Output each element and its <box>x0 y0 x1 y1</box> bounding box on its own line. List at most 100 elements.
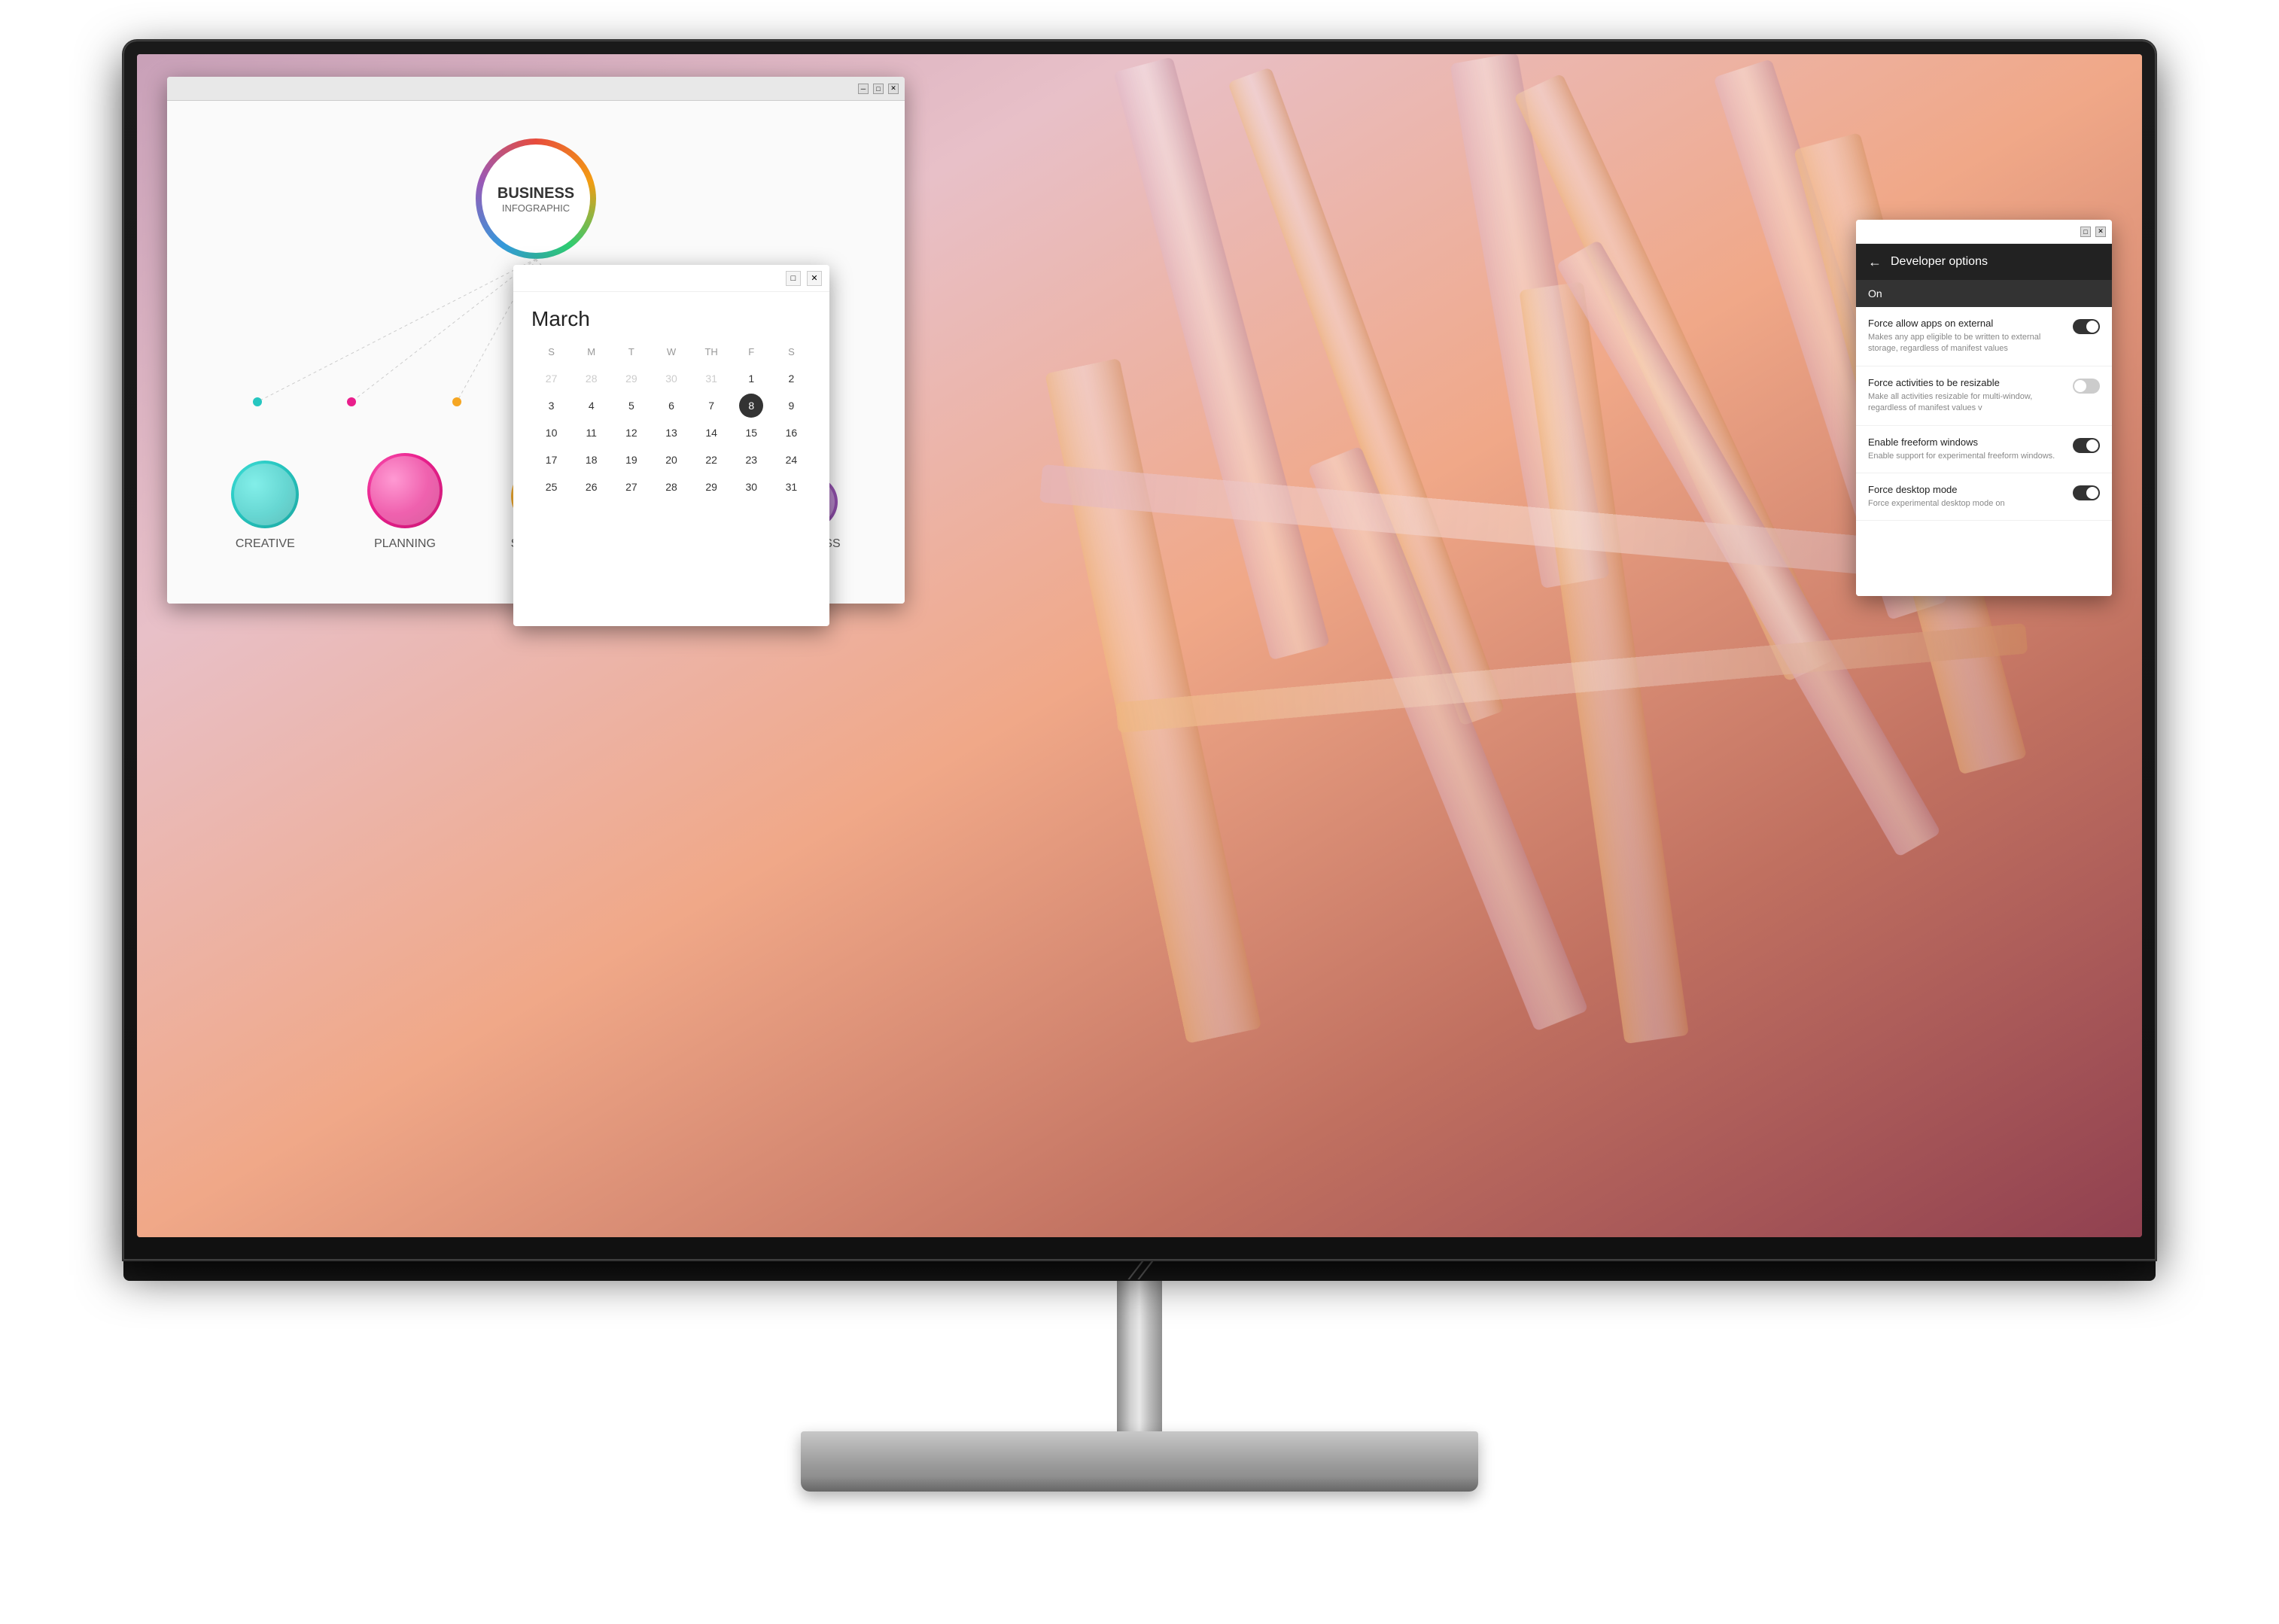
cal-week-5: 25 26 27 28 29 30 31 <box>531 475 811 499</box>
devopt-item-4-text: Force desktop mode Force experimental de… <box>1868 484 2064 509</box>
calendar-content: March S M T W TH F S 27 <box>513 292 829 517</box>
devopt-toggle-2[interactable] <box>2073 379 2100 394</box>
calendar-header-row: S M T W TH F S <box>531 343 811 360</box>
monitor-bezel: ─ □ ✕ BUSINESS INFOGRAPHIC <box>123 41 2156 1260</box>
devopt-item-1-title: Force allow apps on external <box>1868 318 2064 329</box>
devopt-item-4-desc: Force experimental desktop mode on <box>1868 498 2064 509</box>
cal-day[interactable]: 25 <box>531 475 571 499</box>
cal-day[interactable]: 24 <box>771 448 811 472</box>
devopt-item-3-title: Enable freeform windows <box>1868 436 2064 448</box>
cal-day[interactable]: 22 <box>692 448 732 472</box>
cal-header-t1: T <box>611 343 651 360</box>
cal-week-3: 10 11 12 13 14 15 16 <box>531 421 811 445</box>
devopt-item-1: Force allow apps on external Makes any a… <box>1856 307 2112 366</box>
infographic-minimize-button[interactable]: ─ <box>858 84 869 94</box>
cal-header-f: F <box>732 343 771 360</box>
cal-day[interactable]: 15 <box>732 421 771 445</box>
cal-day[interactable]: 10 <box>531 421 571 445</box>
cal-day[interactable]: 27 <box>531 366 571 391</box>
calendar-close-button[interactable]: ✕ <box>807 271 822 286</box>
cal-day[interactable]: 5 <box>611 394 651 418</box>
devopt-toggle-1[interactable] <box>2073 319 2100 334</box>
cal-day[interactable]: 28 <box>651 475 691 499</box>
devopt-toggle-4[interactable] <box>2073 485 2100 500</box>
planning-label: PLANNING <box>374 537 436 551</box>
cal-week-4: 17 18 19 20 22 23 24 <box>531 448 811 472</box>
main-circle-subtitle: INFOGRAPHIC <box>502 202 570 214</box>
cal-header-s1: S <box>531 343 571 360</box>
devopt-items-list: Force allow apps on external Makes any a… <box>1856 307 2112 596</box>
cal-day[interactable]: 16 <box>771 421 811 445</box>
devopt-item-4-title: Force desktop mode <box>1868 484 2064 495</box>
cal-day[interactable]: 6 <box>651 394 691 418</box>
infographic-item-creative: CREATIVE <box>231 461 299 551</box>
devopt-minimize-button[interactable]: □ <box>2080 227 2091 237</box>
cal-day[interactable]: 11 <box>571 421 611 445</box>
cal-day[interactable]: 17 <box>531 448 571 472</box>
cal-day[interactable]: 31 <box>771 475 811 499</box>
cal-header-s2: S <box>771 343 811 360</box>
calendar-month: March <box>531 307 811 331</box>
cal-day[interactable]: 2 <box>771 366 811 391</box>
cal-day[interactable]: 30 <box>732 475 771 499</box>
cal-day[interactable]: 27 <box>611 475 651 499</box>
cal-day[interactable]: 13 <box>651 421 691 445</box>
infographic-titlebar: ─ □ ✕ <box>167 77 905 101</box>
planning-circle <box>367 453 443 528</box>
devopt-on-label: On <box>1868 287 1882 300</box>
cal-week-1: 27 28 29 30 31 1 2 <box>531 366 811 391</box>
devopt-item-3-desc: Enable support for experimental freeform… <box>1868 451 2064 462</box>
cal-day[interactable]: 20 <box>651 448 691 472</box>
devopt-close-button[interactable]: ✕ <box>2095 227 2106 237</box>
cal-day[interactable]: 7 <box>692 394 732 418</box>
window-calendar: □ ✕ March S M T W TH F S <box>513 265 829 626</box>
devopt-item-3: Enable freeform windows Enable support f… <box>1856 426 2112 473</box>
main-circle-title: BUSINESS <box>497 184 574 202</box>
cal-day[interactable]: 26 <box>571 475 611 499</box>
devopt-title: Developer options <box>1891 255 1988 269</box>
calendar-titlebar: □ ✕ <box>513 265 829 292</box>
cal-day-today[interactable]: 8 <box>739 394 763 418</box>
infographic-close-button[interactable]: ✕ <box>888 84 899 94</box>
devopt-item-2-desc: Make all activities resizable for multi-… <box>1868 391 2064 415</box>
monitor-bottom-bar: ╱╱ <box>123 1260 2156 1281</box>
cal-day[interactable]: 29 <box>692 475 732 499</box>
devopt-item-2: Force activities to be resizable Make al… <box>1856 366 2112 426</box>
devopt-toggle-3[interactable] <box>2073 438 2100 453</box>
calendar-grid: S M T W TH F S 27 28 29 <box>531 343 811 499</box>
cal-header-m: M <box>571 343 611 360</box>
creative-circle <box>231 461 299 528</box>
calendar-minimize-button[interactable]: □ <box>786 271 801 286</box>
cal-day[interactable]: 9 <box>771 394 811 418</box>
devopt-item-4: Force desktop mode Force experimental de… <box>1856 473 2112 521</box>
creative-label: CREATIVE <box>236 537 295 551</box>
devopt-item-1-text: Force allow apps on external Makes any a… <box>1868 318 2064 355</box>
cal-day[interactable]: 23 <box>732 448 771 472</box>
window-developer-options: □ ✕ ← Developer options On Force allow a… <box>1856 220 2112 596</box>
cal-header-th: TH <box>692 343 732 360</box>
infographic-maximize-button[interactable]: □ <box>873 84 884 94</box>
cal-day[interactable]: 1 <box>732 366 771 391</box>
devopt-item-2-text: Force activities to be resizable Make al… <box>1868 377 2064 415</box>
cal-day[interactable]: 19 <box>611 448 651 472</box>
cal-day[interactable]: 30 <box>651 366 691 391</box>
monitor: ─ □ ✕ BUSINESS INFOGRAPHIC <box>86 41 2193 1583</box>
cal-day[interactable]: 14 <box>692 421 732 445</box>
devopt-titlebar: □ ✕ <box>1856 220 2112 244</box>
cal-day[interactable]: 3 <box>531 394 571 418</box>
main-circle: BUSINESS INFOGRAPHIC <box>476 138 596 259</box>
cal-week-2: 3 4 5 6 7 8 9 <box>531 394 811 418</box>
cal-header-w: W <box>651 343 691 360</box>
cal-day[interactable]: 31 <box>692 366 732 391</box>
monitor-stand-base <box>801 1431 1478 1492</box>
infographic-item-planning: PLANNING <box>367 453 443 551</box>
cal-day[interactable]: 29 <box>611 366 651 391</box>
devopt-header: ← Developer options <box>1856 244 2112 280</box>
cal-day[interactable]: 4 <box>571 394 611 418</box>
devopt-on-bar: On <box>1856 280 2112 307</box>
devopt-back-button[interactable]: ← <box>1868 254 1882 270</box>
hp-logo: ╱╱ <box>1130 1261 1149 1280</box>
cal-day[interactable]: 18 <box>571 448 611 472</box>
cal-day[interactable]: 12 <box>611 421 651 445</box>
cal-day[interactable]: 28 <box>571 366 611 391</box>
